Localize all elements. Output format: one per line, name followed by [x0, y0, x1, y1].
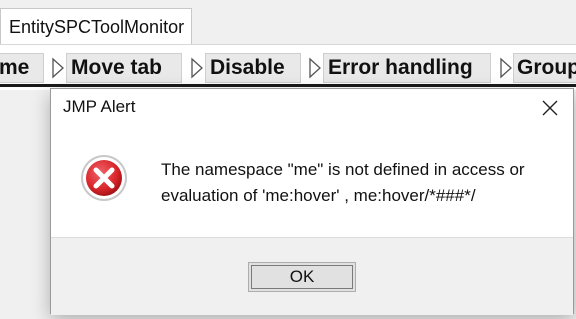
close-button[interactable]	[527, 89, 573, 127]
ok-button[interactable]: OK	[248, 262, 356, 292]
alert-message: The namespace "me" is not defined in acc…	[161, 157, 561, 209]
play-arrow-icon	[500, 57, 512, 79]
dialog-footer: OK	[51, 237, 573, 315]
error-icon	[79, 153, 129, 203]
window-tab[interactable]: EntitySPCToolMonitor	[0, 8, 192, 44]
toolbar-button-group[interactable]: Group	[513, 53, 576, 83]
toolbar-button-error-handling[interactable]: Error handling	[323, 53, 491, 83]
toolbar-button-move-tab[interactable]: Move tab	[66, 53, 182, 83]
toolbar-button-disable[interactable]: Disable	[205, 53, 301, 83]
app-window: EntitySPCToolMonitor me Move tab Disable…	[0, 0, 576, 319]
message-line-1: The namespace "me" is not defined in acc…	[161, 160, 525, 179]
dialog-title: JMP Alert	[63, 97, 136, 116]
toolbar-divider	[0, 84, 576, 87]
alert-dialog: JMP Alert The namespace "me" is not defi…	[50, 88, 574, 315]
tab-strip: EntitySPCToolMonitor	[0, 0, 576, 44]
dialog-titlebar[interactable]: JMP Alert	[51, 89, 573, 127]
message-line-2: evaluation of 'me:hover' , me:hover/*###…	[161, 186, 476, 205]
play-arrow-icon	[191, 57, 203, 79]
close-icon	[542, 100, 558, 116]
play-arrow-icon	[309, 57, 321, 79]
dialog-body: The namespace "me" is not defined in acc…	[51, 127, 573, 237]
play-arrow-icon	[52, 57, 64, 79]
toolbar-button-me[interactable]: me	[0, 53, 44, 83]
